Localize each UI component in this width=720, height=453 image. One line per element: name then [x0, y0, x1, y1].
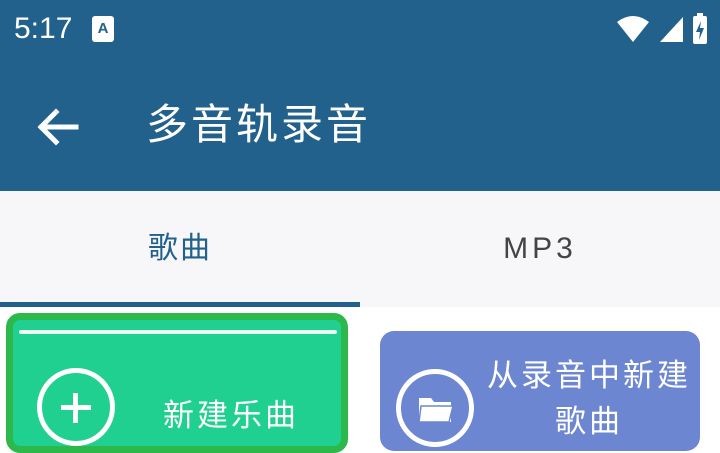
- status-bar: 5:17 A: [0, 0, 720, 60]
- folder-icon: [396, 369, 474, 447]
- new-from-recording-label: 从录音中新建 歌曲: [484, 353, 694, 445]
- page-title: 多音轨录音: [146, 100, 372, 149]
- system-icons: [616, 12, 708, 46]
- label-line-2: 歌曲: [555, 404, 623, 440]
- plus-icon: [37, 368, 115, 446]
- new-song-button[interactable]: 新建乐曲: [6, 313, 348, 453]
- card-highlight: [19, 330, 337, 334]
- new-from-recording-button[interactable]: 从录音中新建 歌曲: [380, 331, 700, 451]
- wifi-icon: [617, 16, 649, 42]
- tab-mp3[interactable]: MP3: [360, 191, 720, 307]
- status-time: 5:17: [14, 12, 73, 45]
- battery-icon: [693, 13, 707, 44]
- label-line-1: 从录音中新建: [487, 358, 691, 394]
- app-bar: 多音轨录音: [0, 60, 720, 191]
- tab-bar: 歌曲 MP3: [0, 191, 720, 307]
- notification-icon: A: [92, 16, 114, 42]
- new-song-label: 新建乐曲: [163, 398, 299, 434]
- tab-songs[interactable]: 歌曲: [0, 191, 360, 307]
- arrow-back-icon[interactable]: [34, 104, 80, 150]
- signal-icon: [660, 17, 683, 42]
